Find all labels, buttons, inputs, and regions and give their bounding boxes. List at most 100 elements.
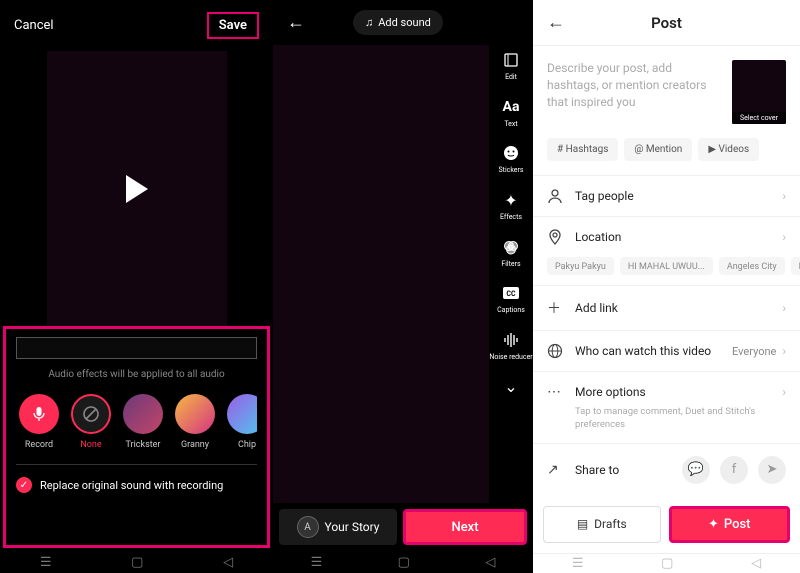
- location-chip[interactable]: Pa: [791, 257, 800, 275]
- edit-screen: ← ♫ Add sound Edit AaText Stickers ✦Effe…: [273, 0, 533, 573]
- noise-reducer-icon: [500, 329, 522, 351]
- tool-label: Stickers: [499, 167, 524, 175]
- plus-icon: ＋: [547, 298, 565, 318]
- drafts-button[interactable]: ▤ Drafts: [543, 506, 661, 543]
- back-nav-icon[interactable]: ◁: [223, 555, 233, 570]
- video-preview[interactable]: [47, 51, 227, 326]
- chevron-right-icon: ›: [782, 230, 786, 244]
- replace-sound-toggle[interactable]: ✓ Replace original sound with recording: [16, 477, 257, 493]
- add-link-row[interactable]: ＋ Add link ›: [533, 285, 800, 330]
- location-row[interactable]: Location ›: [533, 216, 800, 257]
- effect-granny[interactable]: Granny: [172, 394, 218, 450]
- share-icon: ↗: [547, 462, 565, 478]
- recent-apps-icon[interactable]: ☰: [311, 555, 323, 570]
- cancel-button[interactable]: Cancel: [14, 18, 54, 33]
- location-chip[interactable]: Pakyu Pakyu: [547, 257, 614, 275]
- recent-apps-icon[interactable]: ☰: [40, 555, 52, 570]
- granny-icon: [175, 394, 215, 434]
- mention-chip[interactable]: @ Mention: [624, 138, 692, 161]
- hashtags-chip[interactable]: # Hashtags: [547, 138, 618, 161]
- tool-filters[interactable]: Filters: [500, 236, 522, 269]
- privacy-value: Everyone: [732, 345, 776, 358]
- your-story-button[interactable]: A Your Story: [279, 509, 397, 545]
- back-button[interactable]: ←: [547, 12, 565, 33]
- effect-none[interactable]: None: [68, 394, 114, 450]
- privacy-row[interactable]: Who can watch this video Everyone ›: [533, 330, 800, 371]
- tool-captions[interactable]: CCCaptions: [497, 282, 525, 315]
- audio-effects-row: Record None Trickster Granny Chip: [16, 394, 257, 450]
- chevron-right-icon: ›: [782, 301, 786, 315]
- effect-chipmunk[interactable]: Chip: [224, 394, 257, 450]
- replace-sound-label: Replace original sound with recording: [40, 479, 223, 492]
- your-story-label: Your Story: [325, 520, 380, 534]
- android-navbar: ☰ ▢ ◁: [533, 553, 800, 573]
- home-icon[interactable]: ▢: [398, 555, 410, 570]
- messenger-icon[interactable]: 💬: [682, 456, 710, 484]
- facebook-icon[interactable]: f: [720, 456, 748, 484]
- location-chip[interactable]: Angeles City: [719, 257, 785, 275]
- suggestion-chips: # Hashtags @ Mention ▶ Videos: [533, 138, 800, 175]
- location-suggestions: Pakyu Pakyu HI MAHAL UWUU... Angeles Cit…: [533, 257, 800, 285]
- filters-icon: [500, 236, 522, 258]
- select-cover-label: Select cover: [732, 112, 786, 124]
- add-sound-button[interactable]: ♫ Add sound: [353, 10, 443, 35]
- description-input[interactable]: Describe your post, add hashtags, or men…: [547, 60, 722, 124]
- effect-record[interactable]: Record: [16, 394, 62, 450]
- more-icon: ⋯: [547, 384, 565, 400]
- chipmunk-icon: [227, 394, 257, 434]
- trickster-icon: [123, 394, 163, 434]
- telegram-icon[interactable]: ➤: [758, 456, 786, 484]
- tool-label: Filters: [501, 261, 520, 269]
- globe-icon: [547, 343, 565, 359]
- tool-text[interactable]: AaText: [500, 96, 522, 129]
- audio-effects-screen: Cancel Save Audio effects will be applie…: [0, 0, 273, 573]
- person-icon: [547, 188, 565, 204]
- cover-selector[interactable]: Select cover: [732, 60, 786, 124]
- back-nav-icon[interactable]: ◁: [485, 555, 495, 570]
- bottom-actions: A Your Story Next: [273, 503, 533, 551]
- effect-trickster[interactable]: Trickster: [120, 394, 166, 450]
- audio-waveform[interactable]: [16, 337, 257, 359]
- home-icon[interactable]: ▢: [661, 556, 673, 571]
- audio-hint-label: Audio effects will be applied to all aud…: [16, 369, 257, 380]
- description-section: Describe your post, add hashtags, or men…: [533, 46, 800, 138]
- tool-edit[interactable]: Edit: [500, 49, 522, 82]
- save-button[interactable]: Save: [207, 12, 259, 39]
- tag-people-row[interactable]: Tag people ›: [533, 175, 800, 216]
- home-icon[interactable]: ▢: [131, 555, 143, 570]
- page-title: Post: [565, 14, 768, 32]
- top-bar: ← ♫ Add sound: [273, 0, 533, 45]
- location-label: Location: [575, 230, 782, 244]
- bottom-actions: ▤ Drafts ✦ Post: [533, 496, 800, 553]
- effect-label: None: [80, 440, 101, 450]
- expand-tools[interactable]: ⌄: [500, 376, 522, 398]
- music-note-icon: ♫: [365, 16, 373, 29]
- back-button[interactable]: ←: [283, 12, 309, 33]
- share-to-row: ↗ Share to 💬 f ➤: [533, 443, 800, 496]
- chevron-right-icon: ›: [782, 189, 786, 203]
- tool-label: Text: [504, 121, 517, 129]
- recent-apps-icon[interactable]: ☰: [572, 556, 584, 571]
- captions-icon: CC: [500, 282, 522, 304]
- stickers-icon: [500, 142, 522, 164]
- location-chip[interactable]: HI MAHAL UWUU...: [620, 257, 713, 275]
- tool-effects[interactable]: ✦Effects: [500, 189, 522, 222]
- svg-text:CC: CC: [506, 290, 516, 298]
- next-button[interactable]: Next: [403, 509, 527, 545]
- post-button[interactable]: ✦ Post: [669, 506, 791, 543]
- more-options-label: More options: [575, 385, 782, 399]
- edit-body: Edit AaText Stickers ✦Effects Filters CC…: [273, 45, 533, 503]
- back-nav-icon[interactable]: ◁: [751, 556, 761, 571]
- audio-panel: Audio effects will be applied to all aud…: [3, 326, 270, 548]
- effect-label: Trickster: [126, 440, 161, 450]
- tool-stickers[interactable]: Stickers: [499, 142, 524, 175]
- edit-icon: [500, 49, 522, 71]
- tool-noise-reducer[interactable]: Noise reducer: [489, 329, 532, 362]
- video-canvas[interactable]: [273, 45, 489, 503]
- tool-label: Edit: [505, 74, 517, 82]
- play-icon[interactable]: [126, 175, 148, 203]
- sparkle-icon: ✦: [708, 517, 719, 532]
- avatar: A: [297, 516, 319, 538]
- share-to-label: Share to: [575, 463, 672, 477]
- videos-chip[interactable]: ▶ Videos: [698, 138, 759, 161]
